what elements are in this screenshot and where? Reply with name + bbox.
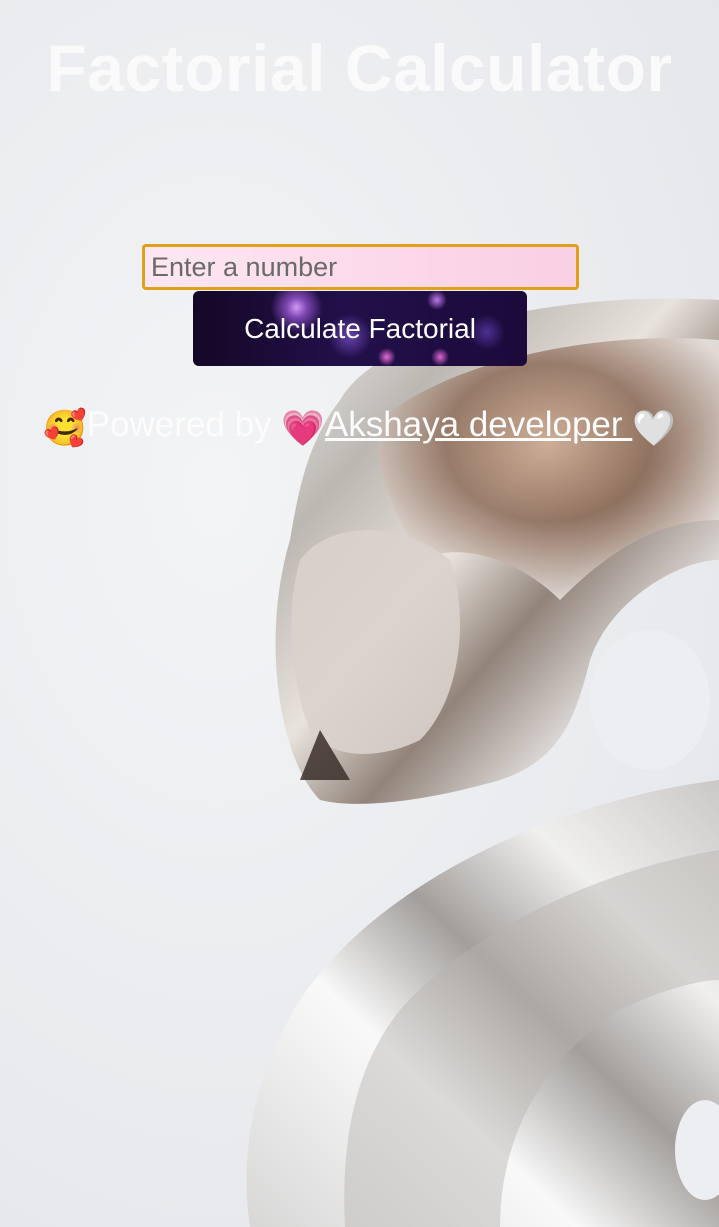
developer-link-label: Akshaya developer (324, 405, 633, 444)
calculate-factorial-button[interactable]: Calculate Factorial (193, 291, 527, 366)
number-input[interactable] (142, 244, 579, 290)
powered-by-label: Powered by (86, 405, 282, 444)
smiling-face-with-hearts-icon: 🥰 (43, 409, 87, 448)
powered-by-footer: 🥰Powered by 💗Akshaya developer 🤍 (0, 405, 719, 449)
white-heart-icon: 🤍 (632, 409, 676, 448)
growing-heart-icon: 💗 (281, 409, 325, 448)
developer-link[interactable]: 💗Akshaya developer (281, 405, 633, 448)
page-title: Factorial Calculator (46, 31, 673, 105)
silver-balloon-image (246, 298, 719, 1227)
